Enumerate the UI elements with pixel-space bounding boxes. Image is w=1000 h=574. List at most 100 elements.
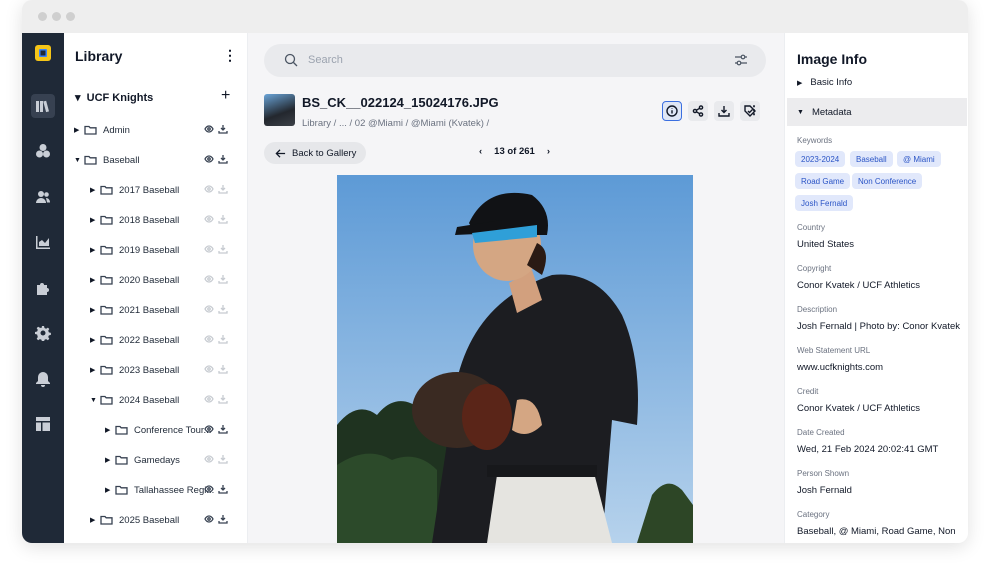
basic-info-section[interactable]: ▶ Basic Info xyxy=(797,77,852,88)
download-icon[interactable] xyxy=(218,274,228,287)
download-icon[interactable] xyxy=(218,334,228,347)
watch-icon[interactable] xyxy=(204,274,214,287)
caret-right-icon[interactable]: ▶ xyxy=(105,426,115,434)
search-placeholder[interactable]: Search xyxy=(308,54,343,66)
tree-item[interactable]: ▶ 2023 Baseball xyxy=(90,360,228,380)
tree-item[interactable]: ▶ Conference Tour... xyxy=(105,420,228,440)
caret-right-icon[interactable]: ▶ xyxy=(105,456,115,464)
watch-icon[interactable] xyxy=(204,184,214,197)
settings-icon[interactable] xyxy=(31,321,55,345)
download-icon[interactable] xyxy=(218,484,228,497)
tree-root-label: UCF Knights xyxy=(86,92,154,104)
folder-icon xyxy=(100,305,113,315)
library-icon[interactable] xyxy=(31,94,55,118)
metadata-section[interactable]: ▼ Metadata xyxy=(797,107,852,118)
panel-menu-icon[interactable]: ⋮ xyxy=(223,47,237,64)
caret-right-icon[interactable]: ▶ xyxy=(90,306,100,314)
collections-icon[interactable] xyxy=(31,139,55,163)
baseball-player-photo xyxy=(337,175,693,543)
tree-item[interactable]: ▶ 2025 Baseball xyxy=(90,510,228,530)
caret-right-icon[interactable]: ▶ xyxy=(90,366,100,374)
tree-item[interactable]: ▶ Gamedays xyxy=(105,450,228,470)
keyword-tag[interactable]: Non Conference xyxy=(852,173,923,189)
caret-right-icon[interactable]: ▶ xyxy=(74,126,84,134)
download-icon[interactable] xyxy=(218,184,228,197)
previous-image-icon[interactable]: ‹ xyxy=(479,146,482,157)
caret-down-icon[interactable]: ▼ xyxy=(90,397,100,404)
next-image-icon[interactable]: › xyxy=(547,146,550,157)
download-icon[interactable] xyxy=(218,304,228,317)
search-bar[interactable]: Search xyxy=(264,44,766,77)
download-icon[interactable] xyxy=(218,394,228,407)
metadata-field-label: Country xyxy=(797,223,826,232)
watch-icon[interactable] xyxy=(204,364,214,377)
analytics-icon[interactable] xyxy=(31,230,55,254)
tree-root[interactable]: ▾ UCF Knights xyxy=(75,91,153,104)
caret-right-icon[interactable]: ▶ xyxy=(105,486,115,494)
download-icon[interactable] xyxy=(218,424,228,437)
caret-right-icon[interactable]: ▶ xyxy=(90,276,100,284)
users-icon[interactable] xyxy=(31,185,55,209)
download-icon[interactable] xyxy=(218,154,228,167)
watch-icon[interactable] xyxy=(204,454,214,467)
tree-item[interactable]: ▶ 2017 Baseball xyxy=(90,180,228,200)
watch-icon[interactable] xyxy=(204,244,214,257)
breadcrumb[interactable]: Library / ... / 02 @Miami / @Miami (Kvat… xyxy=(302,118,489,129)
window-close-dot[interactable] xyxy=(38,12,47,21)
image-preview[interactable] xyxy=(337,175,693,543)
watch-icon[interactable] xyxy=(204,514,214,527)
download-button[interactable] xyxy=(714,101,734,121)
tree-item-label: Conference Tour... xyxy=(134,424,212,436)
keyword-tag[interactable]: Road Game xyxy=(795,173,851,189)
share-button[interactable] xyxy=(688,101,708,121)
watch-icon[interactable] xyxy=(204,304,214,317)
keyword-tag[interactable]: 2023-2024 xyxy=(795,151,846,167)
download-icon[interactable] xyxy=(218,214,228,227)
watch-icon[interactable] xyxy=(204,334,214,347)
watch-icon[interactable] xyxy=(204,154,214,167)
download-icon[interactable] xyxy=(218,244,228,257)
tree-item[interactable]: ▶ 2021 Baseball xyxy=(90,300,228,320)
search-icon xyxy=(284,53,298,67)
caret-right-icon[interactable]: ▶ xyxy=(90,246,100,254)
caret-down-icon[interactable]: ▼ xyxy=(74,157,84,164)
tree-item-actions xyxy=(204,154,228,167)
more-options-icon[interactable]: ⋮ xyxy=(748,103,760,117)
watch-icon[interactable] xyxy=(204,214,214,227)
back-to-gallery-button[interactable]: Back to Gallery xyxy=(264,142,366,164)
keyword-tag[interactable]: Josh Fernald xyxy=(795,195,854,211)
caret-right-icon[interactable]: ▶ xyxy=(90,336,100,344)
keyword-tag[interactable]: @ Miami xyxy=(897,151,941,167)
download-icon[interactable] xyxy=(218,454,228,467)
share-icon xyxy=(692,105,704,117)
tree-item[interactable]: ▶ 2019 Baseball xyxy=(90,240,228,260)
tree-item[interactable]: ▶ Admin xyxy=(74,120,228,140)
caret-right-icon[interactable]: ▶ xyxy=(90,516,100,524)
tree-item[interactable]: ▼ 2024 Baseball xyxy=(90,390,228,410)
tree-item[interactable]: ▶ 2018 Baseball xyxy=(90,210,228,230)
caret-right-icon[interactable]: ▶ xyxy=(90,216,100,224)
keyword-tag[interactable]: Baseball xyxy=(850,151,893,167)
download-icon[interactable] xyxy=(218,124,228,137)
layout-icon[interactable] xyxy=(31,412,55,436)
download-icon[interactable] xyxy=(218,364,228,377)
watch-icon[interactable] xyxy=(204,484,214,497)
watch-icon[interactable] xyxy=(204,124,214,137)
watch-icon[interactable] xyxy=(204,394,214,407)
filter-icon[interactable] xyxy=(734,53,748,67)
window-maximize-dot[interactable] xyxy=(66,12,75,21)
tree-item[interactable]: ▼ Baseball xyxy=(74,150,228,170)
tree-item[interactable]: ▶ 2022 Baseball xyxy=(90,330,228,350)
info-button[interactable] xyxy=(662,101,682,121)
basic-info-label: Basic Info xyxy=(810,77,853,88)
add-folder-icon[interactable]: + xyxy=(221,87,230,105)
window-minimize-dot[interactable] xyxy=(52,12,61,21)
watch-icon[interactable] xyxy=(204,424,214,437)
tree-item[interactable]: ▶ 2020 Baseball xyxy=(90,270,228,290)
integrations-icon[interactable] xyxy=(31,276,55,300)
download-icon[interactable] xyxy=(218,514,228,527)
caret-right-icon[interactable]: ▶ xyxy=(90,186,100,194)
tree-item[interactable]: ▶ Tallahassee Regi... xyxy=(105,480,228,500)
tree-item-actions xyxy=(204,424,228,437)
notifications-icon[interactable] xyxy=(31,367,55,391)
